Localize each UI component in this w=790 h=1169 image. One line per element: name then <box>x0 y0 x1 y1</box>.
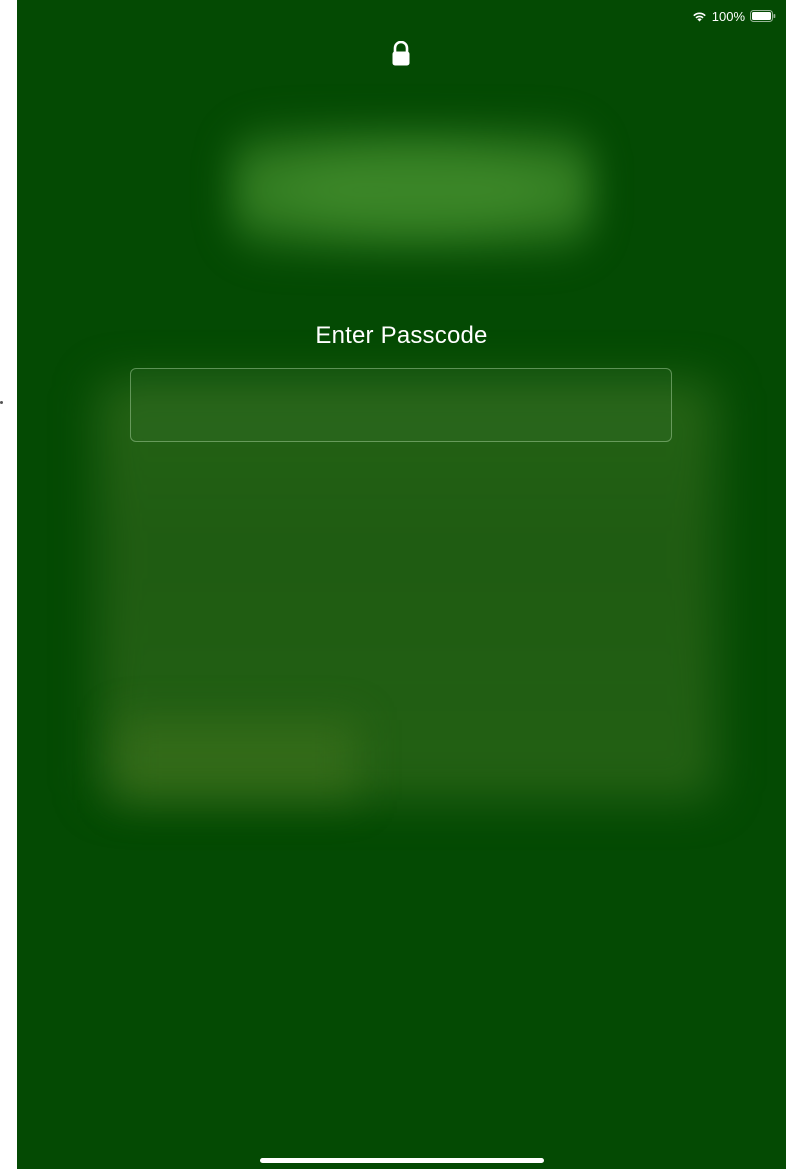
blurred-clock <box>232 120 592 260</box>
battery-icon <box>750 10 776 22</box>
lock-screen: 100% Enter Passcode <box>17 0 786 1169</box>
wifi-icon <box>692 10 707 22</box>
lock-icon <box>390 40 412 67</box>
blurred-widget <box>97 380 717 800</box>
status-bar: 100% <box>692 6 776 26</box>
battery-percentage: 100% <box>711 8 745 24</box>
home-indicator[interactable] <box>260 1158 544 1163</box>
passcode-input[interactable] <box>130 368 672 442</box>
blurred-widget-footer <box>117 720 357 800</box>
edge-marker <box>0 401 3 404</box>
passcode-title: Enter Passcode <box>315 322 488 349</box>
